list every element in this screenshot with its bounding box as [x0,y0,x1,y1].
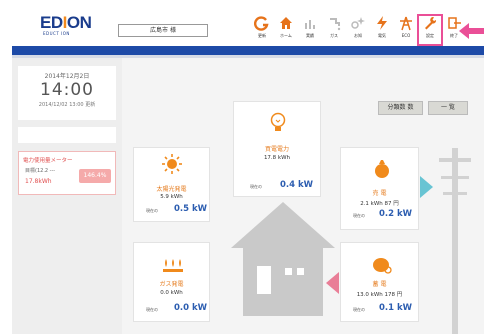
gas-kwh: 0.0 kWh [160,290,183,296]
meter-target: 目標(12.2 --- [25,168,56,174]
flow-arrow-out-icon [420,176,433,198]
lightning-icon [377,16,387,30]
sell-title: 売 電 [372,190,387,197]
nav-refresh[interactable]: 更新 [250,15,274,45]
storage-meta: 現在の [353,307,365,312]
purchase-title: 買電電力 [264,146,289,153]
sell-kw: 0.2 kW [379,209,413,219]
clock-card: 2014年12月2日 14:00 2014/12/02 13:00 更新 [18,66,116,120]
storage-kwh: 13.0 kWh 178 円 [356,292,403,298]
g-refresh-icon [254,16,269,31]
main-nav: 更新 ホーム 実績 ガス お知 電気 ECO 設定 終了 [250,14,466,46]
clock-date: 2014年12月2日 [44,73,90,80]
gas-meta: 現在の [146,307,158,312]
logo-tagline: EDUCT ION [43,31,70,36]
flow-arrow-in-icon [326,272,339,294]
breakdown-button[interactable]: 分類数 数 [378,101,423,115]
nav-home[interactable]: ホーム [274,15,298,45]
storage-card[interactable]: 蓄 電 13.0 kWh 178 円 現在の 0.1 kW [340,242,419,322]
list-button[interactable]: 一 覧 [428,101,468,115]
purchase-kwh: 17.8 kWh [263,155,291,161]
storage-title: 蓄 電 [372,281,387,288]
nav-info[interactable]: お知 [346,15,370,45]
solar-card[interactable]: 太陽光発電 5.9 kWh 現在の 0.5 kW [133,147,210,222]
nav-settings[interactable]: 設定 [417,14,443,46]
edion-logo[interactable]: EDION [40,13,92,33]
nav-graph[interactable]: 実績 [298,15,322,45]
notice-card [18,127,116,143]
meter-usage: 17.8kWh [25,178,52,185]
update-time: 2014/12/02 13:00 更新 [38,102,96,108]
solar-kw: 0.5 kW [174,204,208,214]
piggy-bank-icon [373,258,392,274]
lightbulb-icon [270,112,286,131]
solar-title: 太陽光発電 [156,186,187,193]
place-name-field: 広島市 様 [118,24,208,37]
gas-kw: 0.0 kW [174,303,208,313]
sell-kwh: 2.1 kWh 87 円 [360,201,399,207]
sell-card[interactable]: 売 電 2.1 kWh 87 円 現在の 0.2 kW [340,147,419,230]
solar-meta: 現在の [146,208,158,213]
tap-icon [330,18,341,31]
wrench-icon [425,17,437,30]
storage-kw: 0.1 kW [379,303,413,313]
meter-percent-badge: 146.4% [79,169,111,183]
header-bar [12,46,484,55]
app-header: EDION EDUCT ION 広島市 様 更新 ホーム 実績 ガス お知 電気 [0,0,484,46]
nav-eco[interactable]: ECO [394,15,418,45]
solar-kwh: 5.9 kWh [160,194,183,200]
gas-burner-icon [163,259,183,272]
pointer-arrow-icon [459,23,484,39]
graph-icon [305,20,315,29]
coin-bag-icon [375,160,389,178]
utility-pole-illustration [439,148,471,334]
sun-icon [162,154,182,174]
purchase-meta: 現在の [250,184,262,189]
sell-meta: 現在の [353,213,365,218]
nav-gas[interactable]: ガス [322,15,346,45]
gas-title: ガス発電 [159,281,184,288]
tower-icon [400,16,412,31]
purchase-card[interactable]: 買電電力 17.8 kWh 現在の 0.4 kW [233,101,321,197]
clock-time: 14:00 [40,80,94,100]
gas-card[interactable]: ガス発電 0.0 kWh 現在の 0.0 kW [133,242,210,322]
purchase-kw: 0.4 kW [280,180,314,190]
meter-title: 電力使用量メーター [23,158,73,164]
usage-meter-card[interactable]: 電力使用量メーター 目標(12.2 --- 17.8kWh 146.4% [18,151,116,195]
nav-electric[interactable]: 電気 [370,15,394,45]
sparkle-icon [351,17,365,29]
house-illustration [231,202,335,316]
home-icon [280,17,292,29]
